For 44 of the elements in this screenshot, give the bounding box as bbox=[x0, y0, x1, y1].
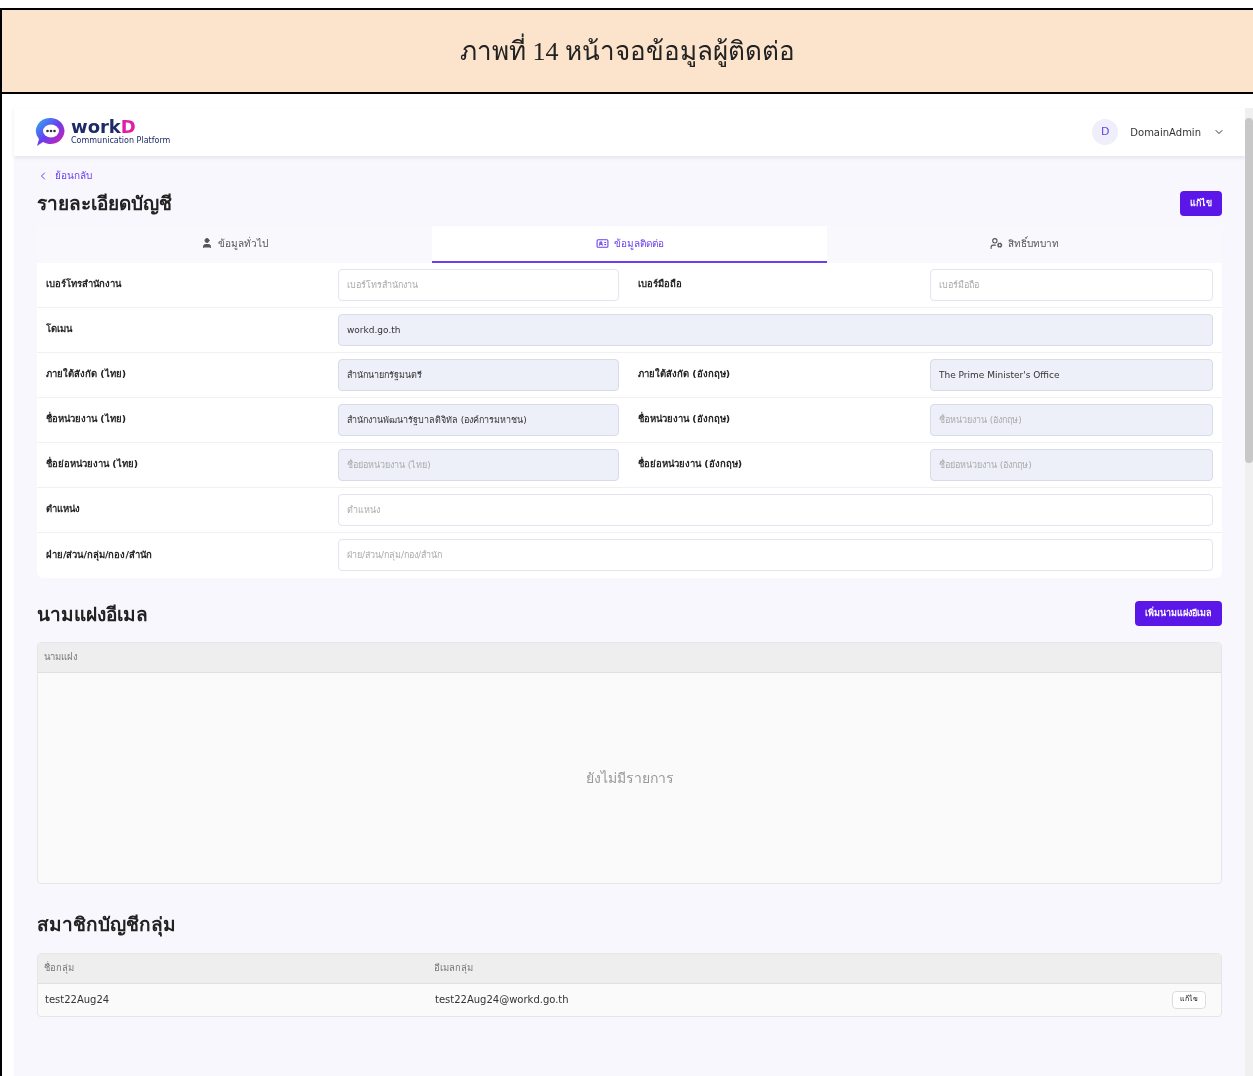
input-field[interactable]: สำนักนายกรัฐมนตรี bbox=[338, 358, 619, 391]
table-cell-text: test22Aug24 bbox=[45, 993, 111, 1007]
logo-tagline: Communication Platform bbox=[71, 136, 171, 146]
section-title: สมาชิกบัญชีกลุ่ม bbox=[37, 912, 177, 939]
input-field[interactable]: ตำแหน่ง bbox=[338, 493, 1213, 526]
add-alias-button[interactable]: เพิ่มนามแฝงอีเมล bbox=[1135, 601, 1222, 627]
input-field[interactable]: ฝ่าย/ส่วน/กลุ่ม/กอง/สำนัก bbox=[338, 539, 1213, 571]
table-cell-text: test22Aug24@workd.go.th bbox=[435, 993, 569, 1007]
field-label: เบอร์มือถือ bbox=[638, 277, 683, 292]
caption-text: ภาพที่ 14 หน้าจอข้อมูลผู้ติดต่อ bbox=[460, 31, 795, 71]
field-label: ตำแหน่ง bbox=[46, 502, 81, 517]
field-label: ภายใต้สังกัด (ไทย) bbox=[46, 367, 127, 382]
field-label: เบอร์โทรสำนักงาน bbox=[46, 277, 123, 292]
user-icon bbox=[201, 237, 213, 249]
input-field[interactable]: workd.go.th bbox=[338, 313, 1213, 346]
input-field[interactable]: สำนักงานพัฒนารัฐบาลดิจิทัล (องค์การมหาชน) bbox=[338, 403, 619, 436]
edit-button[interactable]: แก้ไข bbox=[1180, 190, 1222, 216]
field-label: ฝ่าย/ส่วน/กลุ่ม/กอง/สำนัก bbox=[46, 547, 153, 563]
field-label: ภายใต้สังกัด (อังกฤษ) bbox=[638, 367, 731, 382]
field-label: ชื่อย่อหน่วยงาน (ไทย) bbox=[46, 457, 139, 472]
section-title: นามแฝงอีเมล bbox=[37, 601, 148, 627]
logo-wordmark: workD bbox=[71, 118, 137, 136]
tab[interactable]: ข้อมูลทั่วไป bbox=[37, 225, 432, 263]
avatar[interactable]: D bbox=[1092, 119, 1119, 145]
id-card-icon bbox=[595, 236, 609, 250]
input-field[interactable]: เบอร์โทรสำนักงาน bbox=[338, 268, 619, 301]
input-field[interactable]: ชื่อหน่วยงาน (อังกฤษ) bbox=[930, 403, 1213, 436]
column-header: ชื่อกลุ่ม bbox=[44, 960, 75, 976]
field-label: ชื่อย่อหน่วยงาน (อังกฤษ) bbox=[638, 457, 743, 472]
user-name[interactable]: DomainAdmin bbox=[1130, 124, 1201, 140]
empty-message: ยังไม่มีรายการ bbox=[585, 768, 674, 788]
column-header: นามแฝง bbox=[44, 650, 78, 665]
field-label: ชื่อหน่วยงาน (ไทย) bbox=[46, 412, 127, 427]
column-header: อีเมลกลุ่ม bbox=[434, 960, 473, 976]
input-field[interactable]: เบอร์มือถือ bbox=[930, 268, 1213, 301]
input-field[interactable]: The Prime Minister's Office bbox=[930, 358, 1213, 391]
field-label: ชื่อหน่วยงาน (อังกฤษ) bbox=[638, 412, 731, 427]
field-label: โดเมน bbox=[46, 322, 74, 337]
input-field[interactable]: ชื่อย่อหน่วยงาน (ไทย) bbox=[338, 448, 619, 481]
back-link[interactable]: ย้อนกลับ bbox=[55, 168, 92, 183]
tab[interactable]: สิทธิ์บทบาท bbox=[827, 225, 1222, 263]
input-field[interactable]: ชื่อย่อหน่วยงาน (อังกฤษ) bbox=[930, 448, 1213, 481]
user-gear-icon bbox=[990, 236, 1003, 250]
page-title: รายละเอียดบัญชี bbox=[37, 191, 172, 217]
